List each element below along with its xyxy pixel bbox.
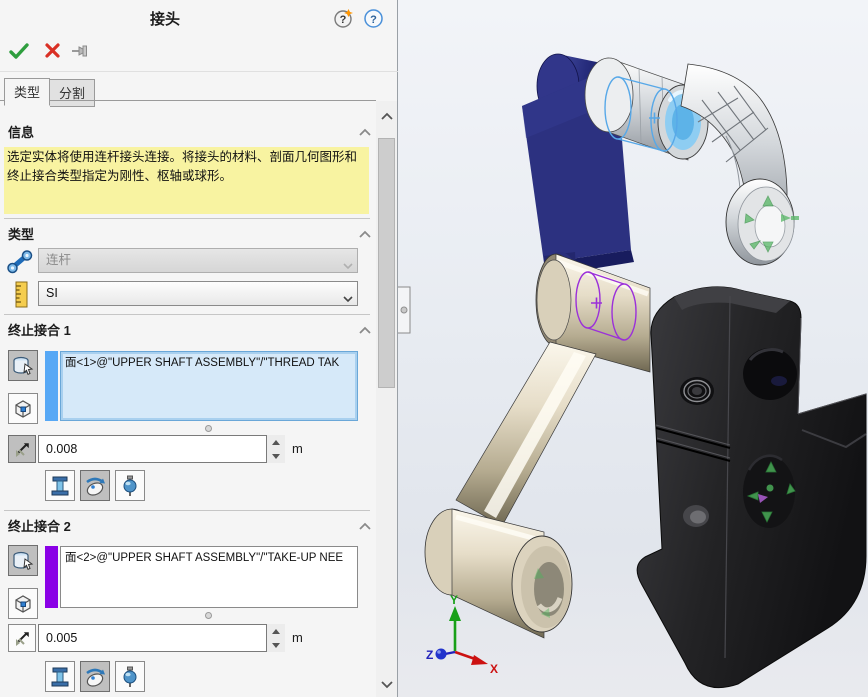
joint1-unit-label: m	[292, 441, 303, 456]
joint2-unit-label: m	[292, 630, 303, 645]
vertex-select-button[interactable]	[8, 588, 38, 619]
divider	[0, 71, 398, 72]
spherical-joint-button[interactable]	[115, 661, 145, 692]
tab-split[interactable]: 分割	[50, 79, 95, 107]
connector-type-dropdown: 连杆	[38, 248, 358, 273]
listbox-resize-handle[interactable]	[205, 612, 212, 619]
page-title: 接头	[60, 8, 270, 29]
joint2-distance-spinner[interactable]	[267, 624, 285, 652]
cancel-button[interactable]	[42, 40, 64, 62]
vertex-select-button[interactable]	[8, 393, 38, 424]
svg-text:Z: Z	[426, 648, 433, 662]
assembly-3d-view: Y X Z	[398, 0, 868, 697]
joint1-distance-spinner[interactable]	[267, 435, 285, 463]
pin-icon[interactable]	[70, 40, 92, 62]
pivot-joint-button[interactable]	[80, 470, 110, 501]
scroll-down-icon[interactable]	[376, 675, 397, 694]
flip-direction-button[interactable]	[8, 624, 36, 652]
joint2-selection-colorbar	[45, 546, 58, 608]
spin-down-icon[interactable]	[272, 643, 280, 648]
divider	[4, 314, 370, 315]
joint1-distance-input[interactable]	[38, 435, 267, 463]
solidworks-joint-propertymanager: 接头 ? ?	[0, 0, 868, 697]
collapse-chevron-icon[interactable]	[358, 228, 372, 242]
svg-text:X: X	[490, 662, 498, 676]
panel-splitter-handle[interactable]	[398, 287, 410, 333]
collapse-chevron-icon[interactable]	[358, 520, 372, 534]
panel-scrollbar[interactable]	[376, 101, 397, 697]
info-message: 选定实体将使用连杆接头连接。将接头的材料、剖面几何图形和终止接合类型指定为刚性、…	[4, 147, 369, 214]
ok-button[interactable]	[8, 40, 30, 62]
tab-bar: 类型分割	[4, 78, 95, 101]
collapse-chevron-icon[interactable]	[358, 324, 372, 338]
tab-type[interactable]: 类型	[4, 78, 50, 106]
unit-system-dropdown[interactable]: SI	[38, 281, 358, 306]
divider	[0, 100, 376, 101]
joint1-section-header: 终止接合 1	[8, 320, 71, 339]
spin-up-icon[interactable]	[272, 440, 280, 445]
collapse-chevron-icon[interactable]	[358, 126, 372, 140]
svg-text:?: ?	[370, 14, 377, 26]
listbox-resize-handle[interactable]	[205, 425, 212, 432]
help-icon[interactable]: ?	[363, 8, 384, 29]
property-panel: 接头 ? ?	[0, 0, 398, 697]
info-section-header: 信息	[8, 122, 34, 141]
spherical-joint-button[interactable]	[115, 470, 145, 501]
divider	[4, 510, 370, 511]
joint1-selection-colorbar	[45, 351, 58, 421]
graphics-viewport[interactable]: Y X Z	[398, 0, 868, 697]
svg-text:?: ?	[340, 14, 347, 26]
face-select-button[interactable]	[8, 545, 38, 576]
rigid-joint-button[interactable]	[45, 470, 75, 501]
scrollbar-thumb[interactable]	[378, 138, 395, 388]
pivot-joint-button[interactable]	[80, 661, 110, 692]
joint2-distance-input[interactable]	[38, 624, 267, 652]
face-select-button[interactable]	[8, 350, 38, 381]
link-connector-icon	[7, 249, 33, 280]
scroll-up-icon[interactable]	[376, 107, 397, 126]
joint2-section-header: 终止接合 2	[8, 516, 71, 535]
spin-down-icon[interactable]	[272, 454, 280, 459]
type-section-header: 类型	[8, 224, 34, 243]
divider	[4, 218, 370, 219]
joint1-selection-list[interactable]: 面<1>@"UPPER SHAFT ASSEMBLY"/"THREAD TAK	[60, 351, 358, 421]
spin-up-icon[interactable]	[272, 629, 280, 634]
units-ruler-icon	[13, 281, 31, 314]
joint2-selection-list[interactable]: 面<2>@"UPPER SHAFT ASSEMBLY"/"TAKE-UP NEE	[60, 546, 358, 608]
rigid-joint-button[interactable]	[45, 661, 75, 692]
whats-new-icon[interactable]: ?	[333, 8, 354, 29]
flip-direction-button[interactable]	[8, 435, 36, 463]
svg-text:Y: Y	[450, 593, 458, 607]
